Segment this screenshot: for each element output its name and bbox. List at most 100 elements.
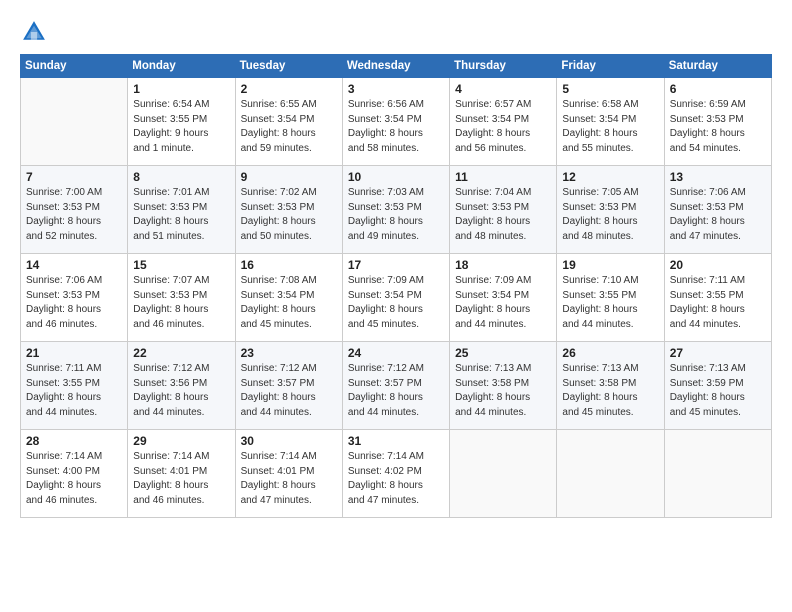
calendar-day-cell: 15Sunrise: 7:07 AMSunset: 3:53 PMDayligh… [128, 254, 235, 342]
day-number: 6 [670, 82, 766, 96]
day-info: Sunrise: 7:01 AMSunset: 3:53 PMDaylight:… [133, 186, 229, 244]
day-info: Sunrise: 7:11 AMSunset: 3:55 PMDaylight:… [26, 362, 122, 420]
calendar-week-row: 14 Sunrise: 7:06 AMSunset: 3:53 PMDayligh… [21, 254, 772, 342]
weekday-header-monday: Monday [128, 55, 235, 78]
weekday-header-wednesday: Wednesday [342, 55, 449, 78]
day-info: Sunrise: 7:06 AMSunset: 3:53 PMDaylight:… [26, 274, 122, 332]
calendar-day-cell: 9 Sunrise: 7:02 AMSunset: 3:53 PMDaylight… [235, 166, 342, 254]
day-info: Sunrise: 7:09 AMSunset: 3:54 PMDaylight:… [348, 274, 444, 332]
day-info: Sunrise: 6:56 AMSunset: 3:54 PMDaylight:… [348, 98, 444, 156]
weekday-header-friday: Friday [557, 55, 664, 78]
day-number: 11 [455, 170, 551, 184]
day-number: 15 [133, 258, 229, 272]
day-info: Sunrise: 7:02 AMSunset: 3:53 PMDaylight:… [241, 186, 337, 244]
calendar-day-cell: 28 Sunrise: 7:14 AMSunset: 4:00 PMDayligh… [21, 430, 128, 518]
day-number: 28 [26, 434, 122, 448]
day-number: 10 [348, 170, 444, 184]
day-number: 1 [133, 82, 229, 96]
day-number: 24 [348, 346, 444, 360]
calendar-day-cell: 22 Sunrise: 7:12 AMSunset: 3:56 PMDayligh… [128, 342, 235, 430]
calendar-empty-cell [664, 430, 771, 518]
day-info: Sunrise: 7:14 AMSunset: 4:01 PMDaylight:… [241, 450, 337, 508]
day-info: Sunrise: 7:12 AMSunset: 3:57 PMDaylight:… [348, 362, 444, 420]
day-info: Sunrise: 6:57 AMSunset: 3:54 PMDaylight:… [455, 98, 551, 156]
day-info: Sunrise: 7:00 AMSunset: 3:53 PMDaylight:… [26, 186, 122, 244]
day-info: Sunrise: 7:14 AMSunset: 4:00 PMDaylight:… [26, 450, 122, 508]
day-number: 30 [241, 434, 337, 448]
day-number: 29 [133, 434, 229, 448]
calendar-day-cell: 20Sunrise: 7:11 AMSunset: 3:55 PMDayligh… [664, 254, 771, 342]
calendar-week-row: 1 Sunrise: 6:54 AMSunset: 3:55 PMDaylight… [21, 78, 772, 166]
calendar-week-row: 7 Sunrise: 7:00 AMSunset: 3:53 PMDaylight… [21, 166, 772, 254]
day-info: Sunrise: 6:54 AMSunset: 3:55 PMDaylight:… [133, 98, 229, 156]
day-number: 7 [26, 170, 122, 184]
calendar-day-cell: 31 Sunrise: 7:14 AMSunset: 4:02 PMDayligh… [342, 430, 449, 518]
day-info: Sunrise: 7:14 AMSunset: 4:02 PMDaylight:… [348, 450, 444, 508]
calendar-empty-cell [21, 78, 128, 166]
day-number: 9 [241, 170, 337, 184]
calendar-empty-cell [557, 430, 664, 518]
day-number: 18 [455, 258, 551, 272]
calendar-day-cell: 2Sunrise: 6:55 AMSunset: 3:54 PMDaylight… [235, 78, 342, 166]
day-info: Sunrise: 7:04 AMSunset: 3:53 PMDaylight:… [455, 186, 551, 244]
logo [20, 18, 52, 46]
day-info: Sunrise: 7:06 AMSunset: 3:53 PMDaylight:… [670, 186, 766, 244]
calendar-day-cell: 1 Sunrise: 6:54 AMSunset: 3:55 PMDaylight… [128, 78, 235, 166]
calendar-day-cell: 5 Sunrise: 6:58 AMSunset: 3:54 PMDaylight… [557, 78, 664, 166]
day-number: 5 [562, 82, 658, 96]
calendar-day-cell: 14 Sunrise: 7:06 AMSunset: 3:53 PMDayligh… [21, 254, 128, 342]
calendar-day-cell: 13 Sunrise: 7:06 AMSunset: 3:53 PMDayligh… [664, 166, 771, 254]
day-number: 12 [562, 170, 658, 184]
day-info: Sunrise: 7:13 AMSunset: 3:59 PMDaylight:… [670, 362, 766, 420]
day-info: Sunrise: 7:05 AMSunset: 3:53 PMDaylight:… [562, 186, 658, 244]
day-number: 31 [348, 434, 444, 448]
day-number: 2 [241, 82, 337, 96]
calendar-day-cell: 7 Sunrise: 7:00 AMSunset: 3:53 PMDaylight… [21, 166, 128, 254]
calendar-day-cell: 24 Sunrise: 7:12 AMSunset: 3:57 PMDayligh… [342, 342, 449, 430]
calendar-day-cell: 29Sunrise: 7:14 AMSunset: 4:01 PMDayligh… [128, 430, 235, 518]
weekday-header-thursday: Thursday [450, 55, 557, 78]
calendar-day-cell: 27 Sunrise: 7:13 AMSunset: 3:59 PMDayligh… [664, 342, 771, 430]
day-info: Sunrise: 6:59 AMSunset: 3:53 PMDaylight:… [670, 98, 766, 156]
page-header [20, 18, 772, 46]
calendar-week-row: 21 Sunrise: 7:11 AMSunset: 3:55 PMDayligh… [21, 342, 772, 430]
day-info: Sunrise: 7:09 AMSunset: 3:54 PMDaylight:… [455, 274, 551, 332]
calendar-day-cell: 6 Sunrise: 6:59 AMSunset: 3:53 PMDaylight… [664, 78, 771, 166]
calendar-day-cell: 21 Sunrise: 7:11 AMSunset: 3:55 PMDayligh… [21, 342, 128, 430]
calendar-table: SundayMondayTuesdayWednesdayThursdayFrid… [20, 54, 772, 518]
day-number: 25 [455, 346, 551, 360]
calendar-day-cell: 19 Sunrise: 7:10 AMSunset: 3:55 PMDayligh… [557, 254, 664, 342]
day-number: 27 [670, 346, 766, 360]
weekday-header-tuesday: Tuesday [235, 55, 342, 78]
day-info: Sunrise: 7:12 AMSunset: 3:56 PMDaylight:… [133, 362, 229, 420]
weekday-header-sunday: Sunday [21, 55, 128, 78]
day-number: 22 [133, 346, 229, 360]
day-info: Sunrise: 7:13 AMSunset: 3:58 PMDaylight:… [455, 362, 551, 420]
calendar-day-cell: 30 Sunrise: 7:14 AMSunset: 4:01 PMDayligh… [235, 430, 342, 518]
day-info: Sunrise: 7:12 AMSunset: 3:57 PMDaylight:… [241, 362, 337, 420]
day-number: 13 [670, 170, 766, 184]
day-number: 19 [562, 258, 658, 272]
day-number: 17 [348, 258, 444, 272]
day-number: 4 [455, 82, 551, 96]
day-info: Sunrise: 6:58 AMSunset: 3:54 PMDaylight:… [562, 98, 658, 156]
day-number: 26 [562, 346, 658, 360]
calendar-day-cell: 18 Sunrise: 7:09 AMSunset: 3:54 PMDayligh… [450, 254, 557, 342]
day-number: 16 [241, 258, 337, 272]
calendar-day-cell: 26 Sunrise: 7:13 AMSunset: 3:58 PMDayligh… [557, 342, 664, 430]
day-info: Sunrise: 7:03 AMSunset: 3:53 PMDaylight:… [348, 186, 444, 244]
day-number: 3 [348, 82, 444, 96]
day-number: 21 [26, 346, 122, 360]
calendar-day-cell: 12 Sunrise: 7:05 AMSunset: 3:53 PMDayligh… [557, 166, 664, 254]
day-info: Sunrise: 7:13 AMSunset: 3:58 PMDaylight:… [562, 362, 658, 420]
day-info: Sunrise: 7:11 AMSunset: 3:55 PMDaylight:… [670, 274, 766, 332]
calendar-day-cell: 23Sunrise: 7:12 AMSunset: 3:57 PMDayligh… [235, 342, 342, 430]
day-number: 14 [26, 258, 122, 272]
calendar-empty-cell [450, 430, 557, 518]
calendar-day-cell: 17 Sunrise: 7:09 AMSunset: 3:54 PMDayligh… [342, 254, 449, 342]
day-info: Sunrise: 7:10 AMSunset: 3:55 PMDaylight:… [562, 274, 658, 332]
day-number: 8 [133, 170, 229, 184]
calendar-day-cell: 11 Sunrise: 7:04 AMSunset: 3:53 PMDayligh… [450, 166, 557, 254]
logo-icon [20, 18, 48, 46]
calendar-week-row: 28 Sunrise: 7:14 AMSunset: 4:00 PMDayligh… [21, 430, 772, 518]
